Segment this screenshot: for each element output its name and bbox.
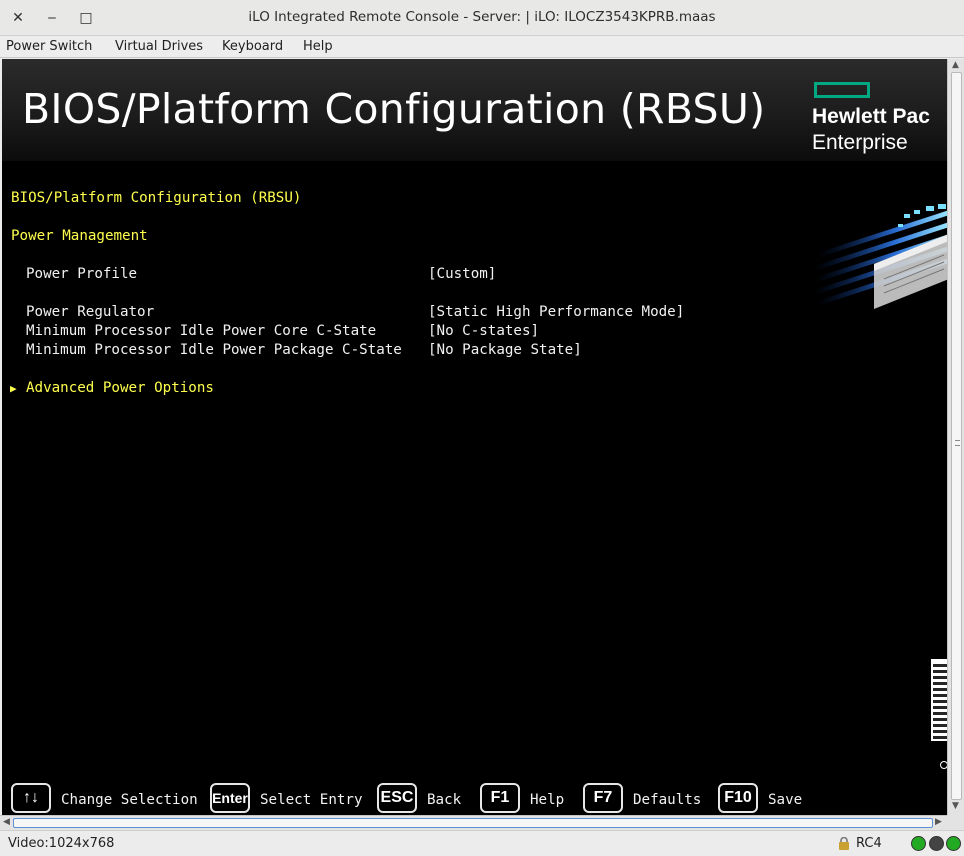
brand-name-line2: Enterprise [812,131,908,154]
key-label-change-selection: Change Selection [61,792,198,808]
menu-virtual-drives[interactable]: Virtual Drives [115,39,203,54]
status-bar: Video:1024x768 RC4 [0,830,964,856]
submenu-advanced-power-options[interactable]: Advanced Power Options [26,380,214,396]
scroll-corner [947,815,964,830]
setting-value-core-cstate[interactable]: [No C-states] [428,323,539,339]
setting-label-power-regulator[interactable]: Power Regulator [26,304,154,320]
menu-power-switch[interactable]: Power Switch [6,39,92,54]
remote-console-screen[interactable]: BIOS/Platform Configuration (RBSU) Hewle… [2,59,947,815]
hpe-logo-icon [814,82,870,98]
status-led-icon [929,836,944,851]
setting-label-power-profile[interactable]: Power Profile [26,266,137,282]
status-led-icon [911,836,926,851]
qr-code-icon [931,659,947,741]
scroll-left-icon[interactable]: ◀ [3,817,10,827]
vertical-scrollbar[interactable]: ▲ ▼ [947,59,964,815]
server-illustration-icon [814,204,947,309]
key-label-select-entry: Select Entry [260,792,363,808]
key-f7: F7 [583,783,623,813]
key-f10: F10 [718,783,758,813]
scroll-right-icon[interactable]: ▶ [935,817,942,827]
menu-keyboard[interactable]: Keyboard [222,39,283,54]
video-resolution: Video:1024x768 [8,836,115,851]
submenu-arrow-icon: ▶ [10,382,17,395]
power-status-icon[interactable] [946,836,961,851]
key-esc: ESC [377,783,417,813]
window-title: iLO Integrated Remote Console - Server: … [248,9,716,25]
key-label-back: Back [427,792,462,808]
menu-help[interactable]: Help [303,39,333,54]
setting-value-power-regulator[interactable]: [Static High Performance Mode] [428,304,684,320]
setting-label-core-cstate[interactable]: Minimum Processor Idle Power Core C-Stat… [26,323,376,339]
scroll-down-icon[interactable]: ▼ [952,801,959,811]
key-f1: F1 [480,783,520,813]
rbsu-banner: BIOS/Platform Configuration (RBSU) Hewle… [2,59,947,161]
key-arrows: ↑↓ [11,783,51,813]
circle-marker-icon [940,761,947,769]
key-label-defaults: Defaults [633,792,702,808]
encryption-label: RC4 [856,836,882,851]
brand-name: Hewlett Pac [812,105,930,128]
banner-title: BIOS/Platform Configuration (RBSU) [22,85,766,133]
section-title: Power Management [11,228,148,244]
breadcrumb: BIOS/Platform Configuration (RBSU) [11,190,302,206]
setting-value-package-cstate[interactable]: [No Package State] [428,342,582,358]
key-label-help: Help [530,792,565,808]
window-titlebar: ✕ ‒ □ iLO Integrated Remote Console - Se… [0,0,964,36]
setting-label-package-cstate[interactable]: Minimum Processor Idle Power Package C-S… [26,342,402,358]
key-enter: Enter [210,783,250,813]
key-label-save: Save [768,792,803,808]
vertical-scroll-thumb[interactable] [951,72,962,800]
horizontal-scroll-thumb[interactable] [13,818,933,828]
setting-value-power-profile[interactable]: [Custom] [428,266,496,282]
lock-icon [839,837,849,850]
scroll-up-icon[interactable]: ▲ [952,60,959,70]
menu-bar: Power Switch Virtual Drives Keyboard Hel… [0,36,964,58]
horizontal-scrollbar[interactable]: ◀ ▶ [0,815,947,830]
